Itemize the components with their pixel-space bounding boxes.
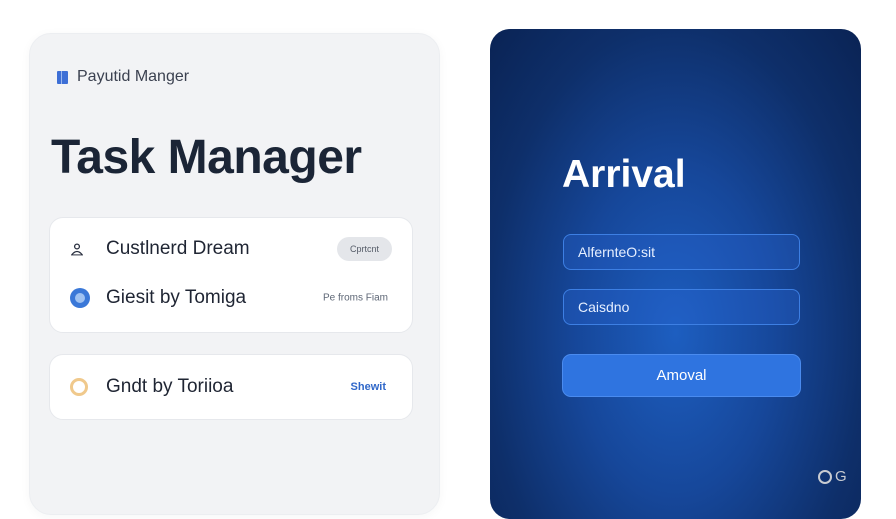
list-item[interactable]: Gndt by Toriioa Shewit [50, 355, 412, 419]
show-link[interactable]: Shewit [351, 381, 386, 393]
page-title: Task Manager [51, 131, 362, 184]
item-label: Custlnerd Dream [106, 238, 250, 259]
list-item[interactable]: Giesit by Tomiga Pe froms Fiam [50, 274, 412, 322]
status-pill-button[interactable]: Cprtcnt [336, 237, 392, 261]
item-label: Gndt by Toriioa [106, 376, 234, 397]
watermark-text: G [835, 468, 847, 485]
arrival-submit-button[interactable]: Amoval [562, 354, 801, 397]
watermark-icon [818, 469, 832, 484]
arrival-title: Arrival [562, 153, 686, 196]
task-card: Custlnerd Dream Cprtcnt Giesit by Tomiga… [49, 217, 413, 333]
globe-icon [70, 288, 90, 308]
app-logo-icon [57, 70, 68, 84]
ring-icon [70, 378, 88, 396]
watermark: G [818, 468, 847, 485]
task-card: Gndt by Toriioa Shewit [49, 354, 413, 420]
task-manager-panel: Payutid Manger Task Manager Custlnerd Dr… [29, 33, 440, 515]
app-header: Payutid Manger [57, 68, 189, 86]
alternate-field[interactable] [563, 234, 800, 270]
user-icon [70, 243, 84, 256]
item-label: Giesit by Tomiga [106, 287, 247, 308]
casino-field[interactable] [563, 289, 800, 325]
arrival-panel: Arrival Amoval [490, 29, 861, 519]
app-name: Payutid Manger [77, 68, 190, 85]
item-action-link[interactable]: Pe froms Fiam [323, 293, 388, 304]
list-item[interactable]: Custlnerd Dream Cprtcnt [50, 218, 412, 280]
